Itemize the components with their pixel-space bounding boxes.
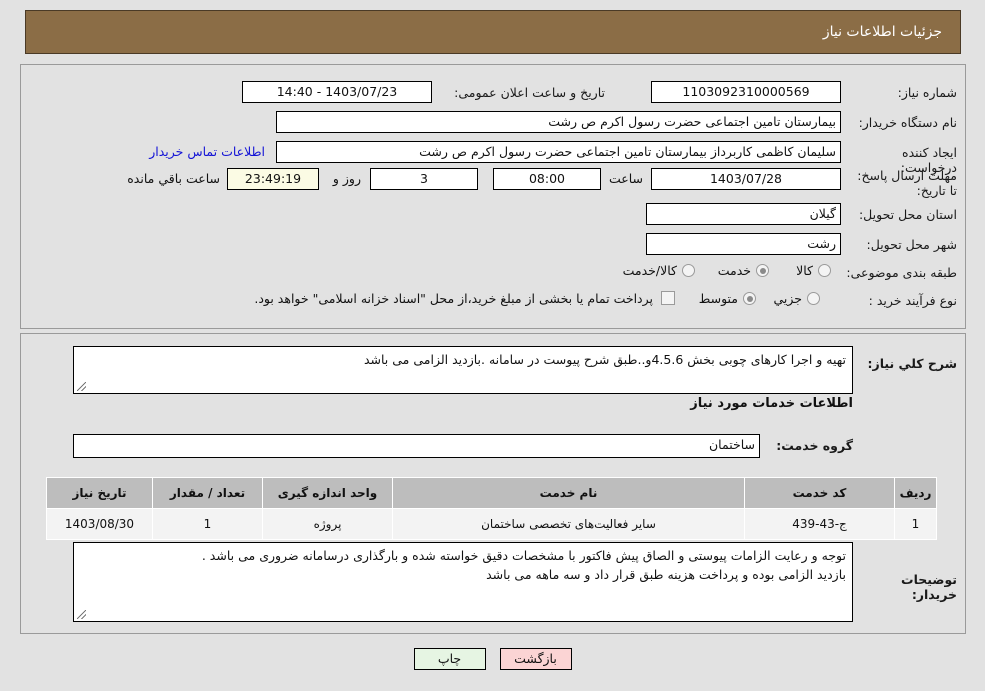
print-button[interactable]: چاپ: [413, 648, 486, 670]
need-summary-label: شرح کلي نیاز:: [867, 356, 957, 371]
cell-unit: پروژه: [262, 508, 393, 540]
buyer-notes-line-1: توجه و رعایت الزامات پیوستی و الصاق پیش …: [201, 548, 846, 563]
category-option-khedmat[interactable]: خدمت: [718, 263, 751, 278]
page-title: جزئیات اطلاعات نیاز: [822, 24, 942, 40]
col-quantity: تعداد / مقدار: [152, 477, 263, 509]
countdown-timer: 23:49:19: [227, 168, 319, 190]
category-option-kala-khedmat[interactable]: کالا/خدمت: [623, 263, 677, 278]
buyer-notes-label: توضیحات خریدار:: [901, 572, 957, 602]
col-need-date: تاریخ نیاز: [46, 477, 153, 509]
buyer-org-label: نام دستگاه خریدار:: [858, 115, 957, 130]
category-radio-kala[interactable]: [818, 264, 831, 277]
requester-value: سلیمان کاظمی کاربرداز بیمارستان تامین اج…: [276, 141, 841, 163]
city-value: رشت: [646, 233, 841, 255]
days-remaining-value: 3: [370, 168, 478, 190]
cell-service-name: سایر فعالیت‌های تخصصی ساختمان: [392, 508, 745, 540]
purchase-type-option-motevaset[interactable]: متوسط: [699, 291, 738, 306]
need-details-page: جزئیات اطلاعات نیاز AriaTender.net شماره…: [0, 0, 985, 691]
days-remaining-label: روز و: [332, 171, 361, 186]
need-number-label: شماره نیاز:: [897, 85, 957, 100]
buyer-notes-textarea[interactable]: توجه و رعایت الزامات پیوستی و الصاق پیش …: [73, 542, 853, 622]
service-group-label: گروه خدمت:: [776, 438, 853, 453]
cell-service-code: ج-43-439: [744, 508, 895, 540]
back-button[interactable]: بازگشت: [499, 648, 572, 670]
page-header: جزئیات اطلاعات نیاز: [25, 10, 961, 54]
purchase-type-label: نوع فرآیند خرید :: [868, 293, 957, 308]
category-label: طبقه بندی موضوعی:: [846, 265, 957, 280]
category-option-kala[interactable]: کالا: [796, 263, 813, 278]
services-table-wrapper: ردیف کد خدمت نام خدمت واحد اندازه گیری ت…: [46, 477, 937, 540]
cell-quantity: 1: [152, 508, 263, 540]
table-row: 1 ج-43-439 سایر فعالیت‌های تخصصی ساختمان…: [46, 508, 937, 540]
services-table: ردیف کد خدمت نام خدمت واحد اندازه گیری ت…: [46, 477, 937, 540]
need-summary-textarea[interactable]: تهیه و اجرا کارهای چوبی بخش 4.5.6و..طبق …: [73, 346, 853, 394]
treasury-bonds-label: پرداخت تمام یا بخشی از مبلغ خرید،از محل …: [254, 291, 653, 306]
purchase-type-option-jozi[interactable]: جزیي: [773, 291, 802, 306]
col-unit: واحد اندازه گیری: [262, 477, 393, 509]
cell-need-date: 1403/08/30: [46, 508, 153, 540]
deadline-label: مهلت ارسال پاسخ: تا تاریخ:: [857, 168, 957, 198]
province-label: استان محل تحویل:: [858, 207, 957, 222]
deadline-date-value: 1403/07/28: [651, 168, 841, 190]
category-radio-khedmat[interactable]: [756, 264, 769, 277]
category-radio-kala-khedmat[interactable]: [682, 264, 695, 277]
col-service-name: نام خدمت: [392, 477, 745, 509]
table-header-row: ردیف کد خدمت نام خدمت واحد اندازه گیری ت…: [46, 477, 937, 509]
buyer-org-value: بیمارستان تامین اجتماعی حضرت رسول اکرم ص…: [276, 111, 841, 133]
services-section-heading: اطلاعات خدمات مورد نیاز: [690, 396, 853, 411]
deadline-hour-label: ساعت: [608, 171, 643, 186]
countdown-label: ساعت باقي مانده: [127, 171, 220, 186]
col-row-no: ردیف: [894, 477, 937, 509]
province-value: گیلان: [646, 203, 841, 225]
public-announce-label: تاریخ و ساعت اعلان عمومی:: [454, 85, 605, 100]
resize-handle-icon[interactable]: [77, 610, 86, 619]
resize-handle-icon[interactable]: [77, 382, 86, 391]
need-summary-panel: شماره نیاز: 1103092310000569 تاریخ و ساع…: [20, 64, 966, 329]
purchase-type-radio-jozi[interactable]: [807, 292, 820, 305]
purchase-type-radio-motevaset[interactable]: [743, 292, 756, 305]
buyer-contact-link[interactable]: اطلاعات تماس خریدار: [149, 144, 265, 159]
service-group-value: ساختمان: [73, 434, 760, 458]
city-label: شهر محل تحویل:: [866, 237, 957, 252]
buyer-notes-line-2: بازدید الزامی بوده و پرداخت هزینه طبق قر…: [486, 567, 846, 582]
need-number-value: 1103092310000569: [651, 81, 841, 103]
treasury-bonds-checkbox[interactable]: [661, 291, 675, 305]
deadline-hour-value: 08:00: [493, 168, 601, 190]
col-service-code: کد خدمت: [744, 477, 895, 509]
need-summary-text: تهیه و اجرا کارهای چوبی بخش 4.5.6و..طبق …: [363, 352, 846, 367]
cell-row-no: 1: [894, 508, 937, 540]
public-announce-value: 1403/07/23 - 14:40: [242, 81, 432, 103]
footer-actions: بازگشت چاپ: [0, 648, 985, 670]
